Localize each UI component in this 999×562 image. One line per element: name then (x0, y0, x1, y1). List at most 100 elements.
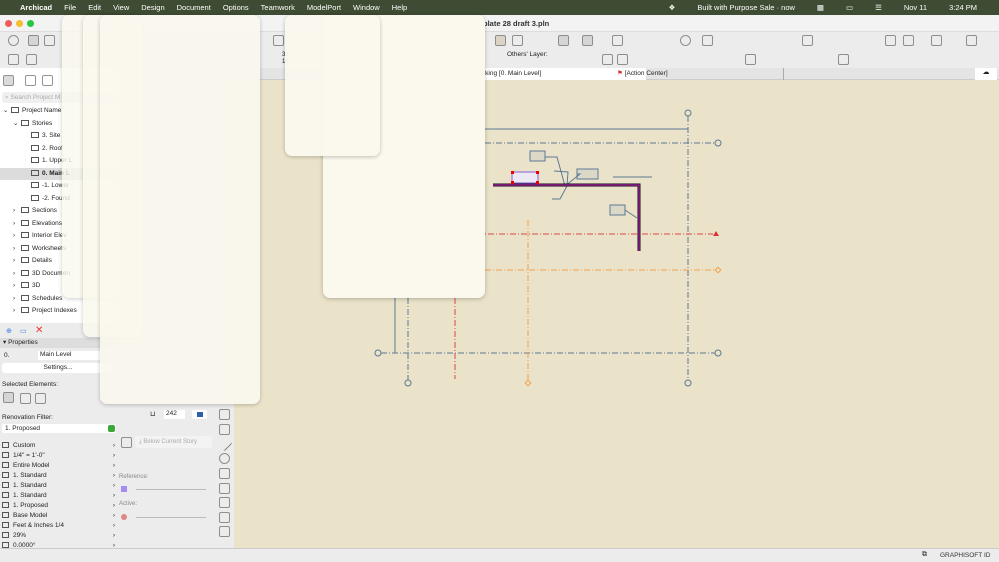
chevron-icon[interactable]: › (13, 305, 21, 317)
quick-option[interactable]: Feet & Inches 1/4 › (2, 521, 117, 531)
delete-icon[interactable]: ✕ (35, 325, 43, 336)
chevron-icon[interactable]: › (13, 268, 21, 280)
red-marker (713, 231, 719, 236)
chevron-icon[interactable]: ⌄ (3, 105, 11, 117)
chevron-right-icon: › (112, 472, 115, 479)
roof-icon[interactable] (20, 393, 31, 404)
quick-option-icon (2, 472, 9, 479)
nav-item-label: Details (32, 257, 52, 264)
renovation-filter-value: 1. Proposed (5, 425, 41, 432)
quick-option[interactable]: 29% › (2, 531, 117, 541)
folder-icon (31, 194, 39, 201)
folder-icon (21, 219, 29, 226)
quick-option-label: Feet & Inches 1/4 (13, 522, 64, 529)
chevron-right-icon: › (112, 452, 115, 459)
settings-button[interactable]: Settings... (2, 363, 114, 373)
quick-option[interactable]: Entire Model › (2, 461, 117, 471)
grid-bubble (684, 379, 692, 387)
chevron-icon[interactable]: › (13, 218, 21, 230)
properties-title: Properties (8, 339, 38, 346)
line-tool-icon[interactable] (216, 435, 233, 452)
project-map-icon[interactable] (3, 75, 14, 86)
chevron-icon[interactable]: › (13, 230, 21, 242)
dimension-tool-icon[interactable] (219, 483, 230, 494)
level-tool-icon[interactable] (219, 497, 230, 508)
spline-tool-icon[interactable] (219, 468, 230, 479)
quick-option-label: 1. Standard (13, 472, 47, 479)
quick-option-icon (2, 492, 9, 499)
selected-elements-label: Selected Elements: (2, 381, 59, 388)
folder-icon (31, 132, 39, 139)
orange-marker (714, 266, 722, 274)
nav-item-label: Project Name (22, 107, 62, 114)
renovation-filter-select[interactable]: 1. Proposed (2, 424, 116, 433)
nav-item-label: Project Indexes (32, 307, 77, 314)
graphisoft-id-button[interactable]: GRAPHISOFT ID (940, 552, 990, 559)
chevron-icon[interactable]: › (13, 255, 21, 267)
quick-option-label: 29% (13, 532, 27, 539)
fill-tool-icon[interactable] (219, 409, 230, 420)
chevron-icon[interactable]: › (13, 280, 21, 292)
view-map-icon[interactable] (25, 75, 36, 86)
chevron-icon[interactable]: › (13, 243, 21, 255)
quick-option-icon (2, 532, 9, 539)
nav-item-label: Sections (32, 207, 57, 214)
orange-marker (524, 379, 532, 387)
wall (493, 183, 641, 251)
chevron-right-icon: › (112, 482, 115, 489)
reference-slider[interactable] (136, 489, 206, 490)
stepper-icon (108, 425, 115, 432)
column-icon[interactable] (35, 393, 46, 404)
settings-view-icon[interactable]: ▭ (20, 327, 27, 335)
info-box-area: ⊔ 242 ⤓ Below Current Story Reference: A… (118, 405, 216, 548)
folder-icon (11, 107, 19, 114)
below-story-label: Below Current Story (143, 439, 198, 445)
chevron-right-icon: › (112, 492, 115, 499)
drawing-tool-icon[interactable] (219, 526, 230, 537)
layout-book-icon[interactable] (42, 75, 53, 86)
folder-icon (21, 294, 29, 301)
hotspot-tool-icon[interactable] (219, 512, 230, 523)
search-placeholder: Search Project M (10, 94, 61, 101)
story-name-field[interactable]: Main Level (38, 351, 100, 360)
active-color-icon[interactable] (121, 514, 127, 520)
quick-option-label: Entire Model (13, 462, 50, 469)
nav-item-label: 3D (32, 282, 41, 289)
windows-icon[interactable]: ⧉ (922, 551, 927, 559)
grid-bubble (404, 379, 412, 387)
quick-option[interactable]: 1. Standard › (2, 481, 117, 491)
quick-option-icon (2, 462, 9, 469)
active-label: Active: (119, 501, 138, 507)
quick-option[interactable]: Base Model › (2, 511, 117, 521)
folder-icon (31, 182, 39, 189)
quick-option-icon (2, 452, 9, 459)
label-box (609, 204, 626, 216)
chevron-right-icon: › (112, 502, 115, 509)
folder-icon (21, 119, 29, 126)
grid-bubble (714, 139, 722, 147)
chevron-right-icon: › (112, 462, 115, 469)
quick-option[interactable]: 1/4" = 1'-0" › (2, 451, 117, 461)
quick-option[interactable]: 1. Proposed › (2, 501, 117, 511)
quick-option[interactable]: Custom › (2, 441, 117, 451)
quick-option[interactable]: 1. Standard › (2, 491, 117, 501)
trace-ref-icon[interactable] (121, 437, 132, 448)
quick-option-label: 1/4" = 1'-0" (13, 452, 45, 459)
chevron-icon[interactable]: ⌄ (13, 118, 21, 130)
new-view-icon[interactable]: ⊕ (6, 327, 12, 335)
chevron-icon[interactable]: › (13, 293, 21, 305)
height-field[interactable]: 242 (164, 410, 185, 419)
fill-icon[interactable] (3, 392, 14, 403)
below-story-button[interactable]: ⤓ Below Current Story (135, 436, 212, 448)
quick-option-icon (2, 482, 9, 489)
quick-option[interactable]: 1. Standard › (2, 471, 117, 481)
circle-tool-icon[interactable] (219, 453, 230, 464)
grid-bubble (714, 349, 722, 357)
chevron-icon[interactable]: › (13, 205, 21, 217)
pen-color-swatch[interactable] (192, 410, 207, 419)
renovation-filter-label: Renovation Filter: (2, 414, 53, 421)
selected-label (511, 171, 539, 184)
active-slider[interactable] (136, 517, 206, 518)
reference-color-icon[interactable] (121, 486, 127, 492)
polyline-tool-icon[interactable] (219, 424, 230, 435)
